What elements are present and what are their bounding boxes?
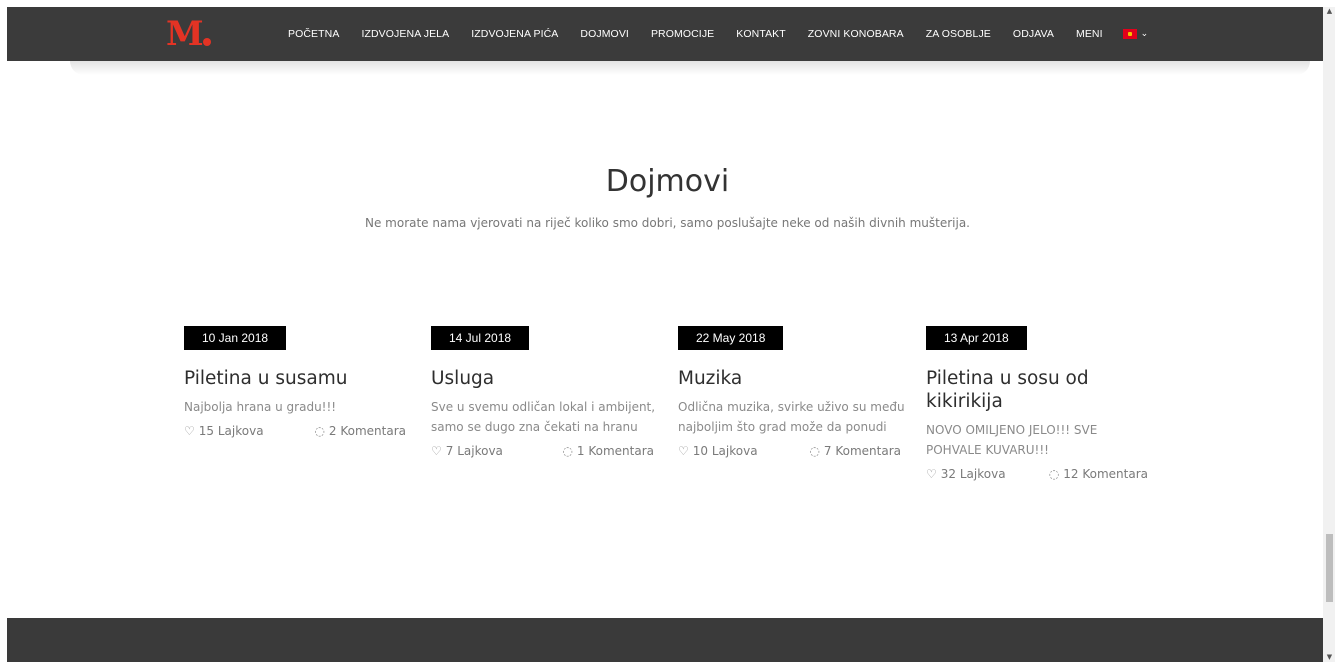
croatian-flag-icon xyxy=(1122,29,1137,39)
like-count: 15 Lajkova xyxy=(198,423,264,438)
review-meta: ♡ 15 Lajkova ◌ 2 Komentara xyxy=(184,424,406,438)
review-card: 10 Jan 2018 Piletina u susamu Najbolja h… xyxy=(184,326,424,438)
like-button[interactable]: ♡ 32 Lajkova xyxy=(926,467,1006,481)
scroll-up-arrow-icon[interactable]: ▲ xyxy=(1326,7,1333,15)
logo-dot xyxy=(202,38,211,46)
nav-item-kontakt[interactable]: KONTAKT xyxy=(736,28,786,40)
comment-bubble-icon: ◌ xyxy=(314,423,325,438)
comment-count: 2 Komentara xyxy=(328,423,406,438)
nav-item-izdvojena-pica[interactable]: IZDVOJENA PIĆA xyxy=(471,28,558,40)
like-button[interactable]: ♡ 10 Lajkova xyxy=(678,444,758,458)
review-text: Odlična muzika, svirke uživo su među naj… xyxy=(678,400,905,434)
section-subtitle: Ne morate nama vjerovati na riječ koliko… xyxy=(364,216,970,230)
nav-item-izdvojena-jela[interactable]: IZDVOJENA JELA xyxy=(361,28,449,40)
language-selector[interactable]: ⌄ xyxy=(1122,29,1149,39)
review-text: Sve u svemu odličan lokal i ambijent, sa… xyxy=(431,400,656,434)
review-date: 14 Jul 2018 xyxy=(431,326,530,350)
comment-button[interactable]: ◌ 12 Komentara xyxy=(1049,467,1148,481)
comment-button[interactable]: ◌ 2 Komentara xyxy=(314,424,406,438)
navbar-shadow xyxy=(70,61,1310,75)
footer xyxy=(7,618,1323,662)
comment-button[interactable]: ◌ 7 Komentara xyxy=(809,444,901,458)
heart-icon: ♡ xyxy=(926,467,937,481)
nav-item-pocetna[interactable]: POČETNA xyxy=(288,28,339,40)
logo[interactable]: M xyxy=(166,14,226,54)
review-text: Najbolja hrana u gradu!!! xyxy=(184,400,337,414)
review-meta: ♡ 10 Lajkova ◌ 7 Komentara xyxy=(678,444,901,458)
nav-item-meni[interactable]: MENI xyxy=(1076,28,1103,40)
review-title[interactable]: Muzika xyxy=(678,367,918,390)
nav-item-zovni-konobara[interactable]: ZOVNI KONOBARA xyxy=(808,28,904,40)
comment-button[interactable]: ◌ 1 Komentara xyxy=(562,444,654,458)
review-date: 10 Jan 2018 xyxy=(184,326,287,350)
review-card: 14 Jul 2018 Usluga Sve u svemu odličan l… xyxy=(431,326,671,458)
comment-count: 1 Komentara xyxy=(576,444,654,458)
nav-item-promocije[interactable]: PROMOCIJE xyxy=(651,28,714,40)
comment-bubble-icon: ◌ xyxy=(1048,467,1060,481)
like-count: 7 Lajkova xyxy=(445,444,503,458)
review-text: NOVO OMILJENO JELO!!! SVE POHVALE KUVARU… xyxy=(926,423,1098,457)
like-button[interactable]: ♡ 15 Lajkova xyxy=(184,424,264,438)
nav-item-za-osoblje[interactable]: ZA OSOBLJE xyxy=(926,28,991,40)
heart-icon: ♡ xyxy=(678,444,689,458)
like-count: 10 Lajkova xyxy=(692,444,758,458)
heart-icon: ♡ xyxy=(184,423,195,438)
review-card: 22 May 2018 Muzika Odlična muzika, svirk… xyxy=(678,326,918,458)
chevron-down-icon: ⌄ xyxy=(1140,29,1149,39)
nav-item-odjava[interactable]: ODJAVA xyxy=(1013,28,1054,40)
like-button[interactable]: ♡ 7 Lajkova xyxy=(431,444,503,458)
comment-count: 12 Komentara xyxy=(1063,467,1148,481)
review-date: 22 May 2018 xyxy=(678,326,784,350)
review-meta: ♡ 32 Lajkova ◌ 12 Komentara xyxy=(926,467,1148,481)
scrollbar[interactable]: ▲ ▼ xyxy=(1323,7,1335,662)
review-title[interactable]: Piletina u sosu od kikirikija xyxy=(926,367,1126,413)
left-gutter xyxy=(0,0,7,662)
heart-icon: ♡ xyxy=(431,444,442,458)
comment-bubble-icon: ◌ xyxy=(562,444,573,458)
comment-bubble-icon: ◌ xyxy=(809,444,820,458)
review-title[interactable]: Usluga xyxy=(431,367,671,390)
navbar: M POČETNA IZDVOJENA JELA IZDVOJENA PIĆA … xyxy=(7,7,1323,61)
review-meta: ♡ 7 Lajkova ◌ 1 Komentara xyxy=(431,444,654,458)
comment-count: 7 Komentara xyxy=(823,444,901,458)
scroll-down-arrow-icon[interactable]: ▼ xyxy=(1326,653,1333,661)
review-card: 13 Apr 2018 Piletina u sosu od kikirikij… xyxy=(926,326,1166,481)
review-date: 13 Apr 2018 xyxy=(926,326,1027,350)
section-title: Dojmovi xyxy=(605,164,730,199)
nav-menu: POČETNA IZDVOJENA JELA IZDVOJENA PIĆA DO… xyxy=(288,7,1148,61)
page: M POČETNA IZDVOJENA JELA IZDVOJENA PIĆA … xyxy=(0,0,1335,662)
review-title[interactable]: Piletina u susamu xyxy=(184,367,424,390)
logo-letter: M xyxy=(166,14,204,54)
like-count: 32 Lajkova xyxy=(940,467,1006,481)
nav-item-dojmovi[interactable]: DOJMOVI xyxy=(580,28,629,40)
scrollbar-thumb[interactable] xyxy=(1326,534,1333,602)
